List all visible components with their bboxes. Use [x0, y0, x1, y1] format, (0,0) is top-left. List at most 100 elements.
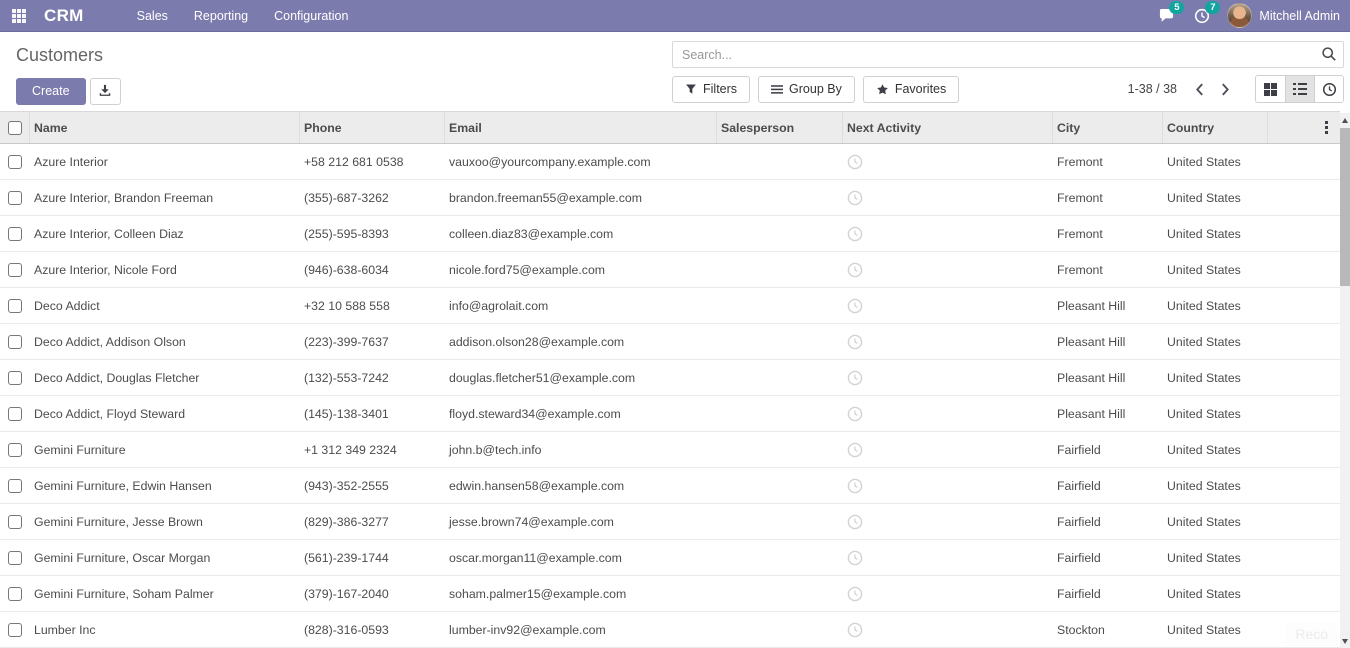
activity-view-button[interactable]	[1314, 76, 1343, 102]
cell-name[interactable]: Azure Interior, Colleen Diaz	[30, 216, 300, 251]
cell-email[interactable]: vauxoo@yourcompany.example.com	[445, 144, 717, 179]
table-row[interactable]: Lumber Inc (828)-316-0593 lumber-inv92@e…	[0, 612, 1340, 648]
cell-email[interactable]: jesse.brown74@example.com	[445, 504, 717, 539]
table-row[interactable]: Gemini Furniture, Jesse Brown (829)-386-…	[0, 504, 1340, 540]
schedule-activity-clock-icon[interactable]	[847, 190, 863, 206]
cell-country[interactable]: United States	[1163, 576, 1268, 611]
cell-name[interactable]: Gemini Furniture, Edwin Hansen	[30, 468, 300, 503]
cell-phone[interactable]: (561)-239-1744	[300, 540, 445, 575]
cell-email[interactable]: nicole.ford75@example.com	[445, 252, 717, 287]
cell-name[interactable]: Deco Addict, Floyd Steward	[30, 396, 300, 431]
cell-salesperson[interactable]	[717, 216, 843, 251]
table-row[interactable]: Gemini Furniture, Edwin Hansen (943)-352…	[0, 468, 1340, 504]
cell-phone[interactable]: (379)-167-2040	[300, 576, 445, 611]
cell-name[interactable]: Gemini Furniture, Jesse Brown	[30, 504, 300, 539]
cell-phone[interactable]: (828)-316-0593	[300, 612, 445, 647]
cell-salesperson[interactable]	[717, 432, 843, 467]
row-checkbox[interactable]	[8, 299, 22, 313]
row-checkbox[interactable]	[8, 623, 22, 637]
cell-name[interactable]: Deco Addict, Douglas Fletcher	[30, 360, 300, 395]
row-checkbox[interactable]	[8, 335, 22, 349]
row-checkbox[interactable]	[8, 443, 22, 457]
table-row[interactable]: Azure Interior, Colleen Diaz (255)-595-8…	[0, 216, 1340, 252]
schedule-activity-clock-icon[interactable]	[847, 622, 863, 638]
scroll-up-button[interactable]	[1340, 113, 1350, 127]
row-checkbox[interactable]	[8, 515, 22, 529]
table-row[interactable]: Deco Addict +32 10 588 558 info@agrolait…	[0, 288, 1340, 324]
cell-city[interactable]: Fairfield	[1053, 576, 1163, 611]
schedule-activity-clock-icon[interactable]	[847, 406, 863, 422]
cell-city[interactable]: Pleasant Hill	[1053, 360, 1163, 395]
cell-city[interactable]: Fremont	[1053, 144, 1163, 179]
cell-phone[interactable]: +58 212 681 0538	[300, 144, 445, 179]
cell-salesperson[interactable]	[717, 576, 843, 611]
cell-name[interactable]: Azure Interior, Brandon Freeman	[30, 180, 300, 215]
cell-name[interactable]: Azure Interior	[30, 144, 300, 179]
row-checkbox[interactable]	[8, 371, 22, 385]
create-button[interactable]: Create	[16, 78, 86, 105]
cell-phone[interactable]: (223)-399-7637	[300, 324, 445, 359]
table-row[interactable]: Gemini Furniture, Oscar Morgan (561)-239…	[0, 540, 1340, 576]
cell-email[interactable]: addison.olson28@example.com	[445, 324, 717, 359]
cell-country[interactable]: United States	[1163, 180, 1268, 215]
menu-reporting[interactable]: Reporting	[183, 1, 259, 31]
favorites-button[interactable]: Favorites	[863, 76, 959, 103]
row-checkbox[interactable]	[8, 191, 22, 205]
cell-salesperson[interactable]	[717, 504, 843, 539]
cell-phone[interactable]: (946)-638-6034	[300, 252, 445, 287]
search-icon[interactable]	[1321, 46, 1337, 62]
table-row[interactable]: Deco Addict, Addison Olson (223)-399-763…	[0, 324, 1340, 360]
search-input[interactable]	[672, 41, 1344, 68]
cell-email[interactable]: info@agrolait.com	[445, 288, 717, 323]
cell-name[interactable]: Gemini Furniture, Oscar Morgan	[30, 540, 300, 575]
user-menu[interactable]: Mitchell Admin	[1227, 3, 1340, 28]
cell-email[interactable]: lumber-inv92@example.com	[445, 612, 717, 647]
cell-country[interactable]: United States	[1163, 504, 1268, 539]
column-header-email[interactable]: Email	[445, 112, 717, 143]
cell-name[interactable]: Deco Addict, Addison Olson	[30, 324, 300, 359]
schedule-activity-clock-icon[interactable]	[847, 550, 863, 566]
kanban-view-button[interactable]	[1256, 76, 1285, 102]
column-options-button[interactable]	[1321, 117, 1332, 138]
cell-phone[interactable]: (355)-687-3262	[300, 180, 445, 215]
row-checkbox[interactable]	[8, 227, 22, 241]
cell-salesperson[interactable]	[717, 360, 843, 395]
pager-previous-button[interactable]	[1187, 77, 1211, 101]
schedule-activity-clock-icon[interactable]	[847, 298, 863, 314]
table-row[interactable]: Deco Addict, Floyd Steward (145)-138-340…	[0, 396, 1340, 432]
cell-city[interactable]: Fairfield	[1053, 468, 1163, 503]
cell-country[interactable]: United States	[1163, 144, 1268, 179]
cell-name[interactable]: Azure Interior, Nicole Ford	[30, 252, 300, 287]
cell-city[interactable]: Fremont	[1053, 216, 1163, 251]
pager-next-button[interactable]	[1213, 77, 1237, 101]
cell-email[interactable]: colleen.diaz83@example.com	[445, 216, 717, 251]
cell-name[interactable]: Lumber Inc	[30, 612, 300, 647]
cell-city[interactable]: Fairfield	[1053, 504, 1163, 539]
schedule-activity-clock-icon[interactable]	[847, 514, 863, 530]
cell-salesperson[interactable]	[717, 612, 843, 647]
cell-phone[interactable]: (132)-553-7242	[300, 360, 445, 395]
row-checkbox[interactable]	[8, 587, 22, 601]
schedule-activity-clock-icon[interactable]	[847, 262, 863, 278]
column-header-city[interactable]: City	[1053, 112, 1163, 143]
schedule-activity-clock-icon[interactable]	[847, 154, 863, 170]
cell-email[interactable]: soham.palmer15@example.com	[445, 576, 717, 611]
table-row[interactable]: Gemini Furniture, Soham Palmer (379)-167…	[0, 576, 1340, 612]
column-header-phone[interactable]: Phone	[300, 112, 445, 143]
app-brand[interactable]: CRM	[44, 6, 84, 26]
cell-phone[interactable]: (255)-595-8393	[300, 216, 445, 251]
schedule-activity-clock-icon[interactable]	[847, 442, 863, 458]
cell-country[interactable]: United States	[1163, 612, 1268, 647]
cell-country[interactable]: United States	[1163, 396, 1268, 431]
row-checkbox[interactable]	[8, 551, 22, 565]
list-view-button[interactable]	[1285, 76, 1314, 102]
cell-city[interactable]: Pleasant Hill	[1053, 324, 1163, 359]
cell-phone[interactable]: +1 312 349 2324	[300, 432, 445, 467]
cell-salesperson[interactable]	[717, 540, 843, 575]
apps-menu-icon[interactable]	[8, 5, 30, 27]
table-row[interactable]: Azure Interior +58 212 681 0538 vauxoo@y…	[0, 144, 1340, 180]
cell-city[interactable]: Fremont	[1053, 252, 1163, 287]
row-checkbox[interactable]	[8, 407, 22, 421]
filters-button[interactable]: Filters	[672, 76, 750, 103]
cell-salesperson[interactable]	[717, 144, 843, 179]
